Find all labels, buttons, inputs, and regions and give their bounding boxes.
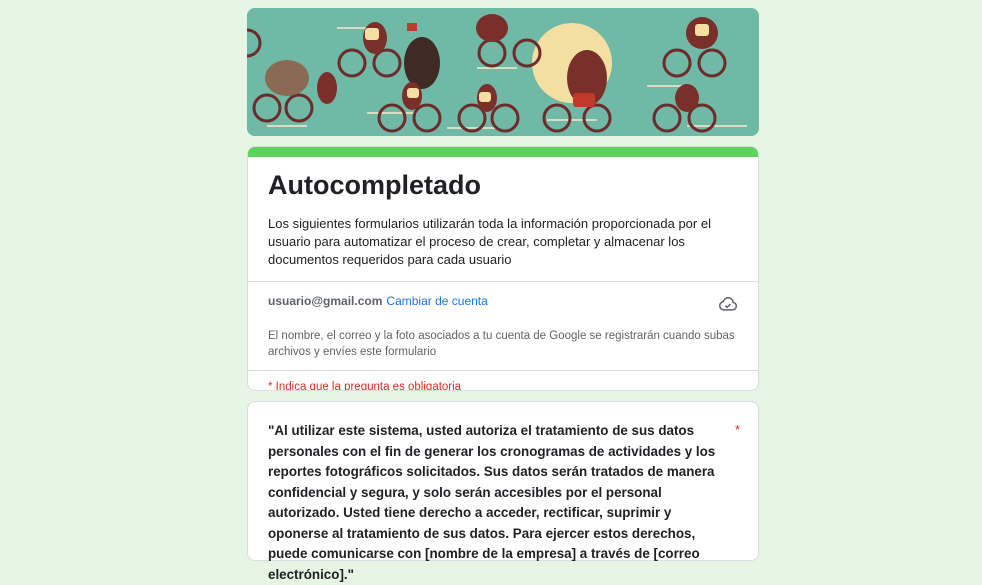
divider: [248, 370, 758, 371]
form-header-card: Autocompletado Los siguientes formulario…: [247, 146, 759, 391]
header-banner-image: [247, 8, 759, 136]
required-note: * Indica que la pregunta es obligatoria: [268, 381, 462, 391]
question-card: "Al utilizar este sistema, usted autoriz…: [247, 401, 759, 582]
required-asterisk: *: [734, 422, 740, 437]
question-title: "Al utilizar este sistema, usted autoriz…: [268, 423, 716, 582]
form-description: Los siguientes formularios utilizarán to…: [268, 216, 711, 267]
account-notice: El nombre, el correo y la foto asociados…: [268, 330, 735, 358]
account-email: usuario@gmail.com: [268, 294, 383, 308]
account-row: usuario@gmail.com Cambiar de cuenta: [268, 292, 698, 310]
cloud-sync-icon[interactable]: [718, 294, 738, 314]
theme-accent-bar: [248, 147, 758, 157]
form-title: Autocompletado: [268, 170, 481, 200]
switch-account-link[interactable]: Cambiar de cuenta: [386, 294, 487, 308]
